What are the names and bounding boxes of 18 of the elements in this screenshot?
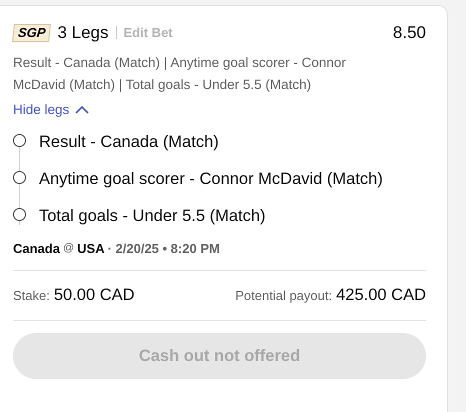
at-sign: @ [62,241,74,256]
sgp-badge: SGP [12,24,52,42]
chevron-up-icon [75,105,90,114]
odds: 8.50 [392,22,426,44]
bet-title: 3 Legs [57,22,109,44]
edit-bet-link[interactable]: Edit Bet [124,23,173,42]
leg-label: Anytime goal scorer - Connor McDavid (Match) [39,168,383,190]
away-team: USA [77,240,105,258]
hide-legs-toggle[interactable]: Hide legs [13,100,90,120]
payout-value: 425.00 CAD [336,285,426,306]
legs-summary: Result - Canada (Match) | Anytime goal scorer - Connor McDavid (Match) | Total goals - Under 5.5 (Match) [13,54,347,94]
stake-value: 50.00 CAD [54,285,135,306]
leg-label: Total goals - Under 5.5 (Match) [39,206,266,227]
home-team: Canada [13,240,60,258]
event-datetime: · 2/20/25 • 8:20 PM [108,240,220,258]
stake-label: Stake: [13,287,50,306]
leg-label: Result - Canada (Match) [39,132,219,153]
payout-label: Potential payout: [235,287,332,306]
